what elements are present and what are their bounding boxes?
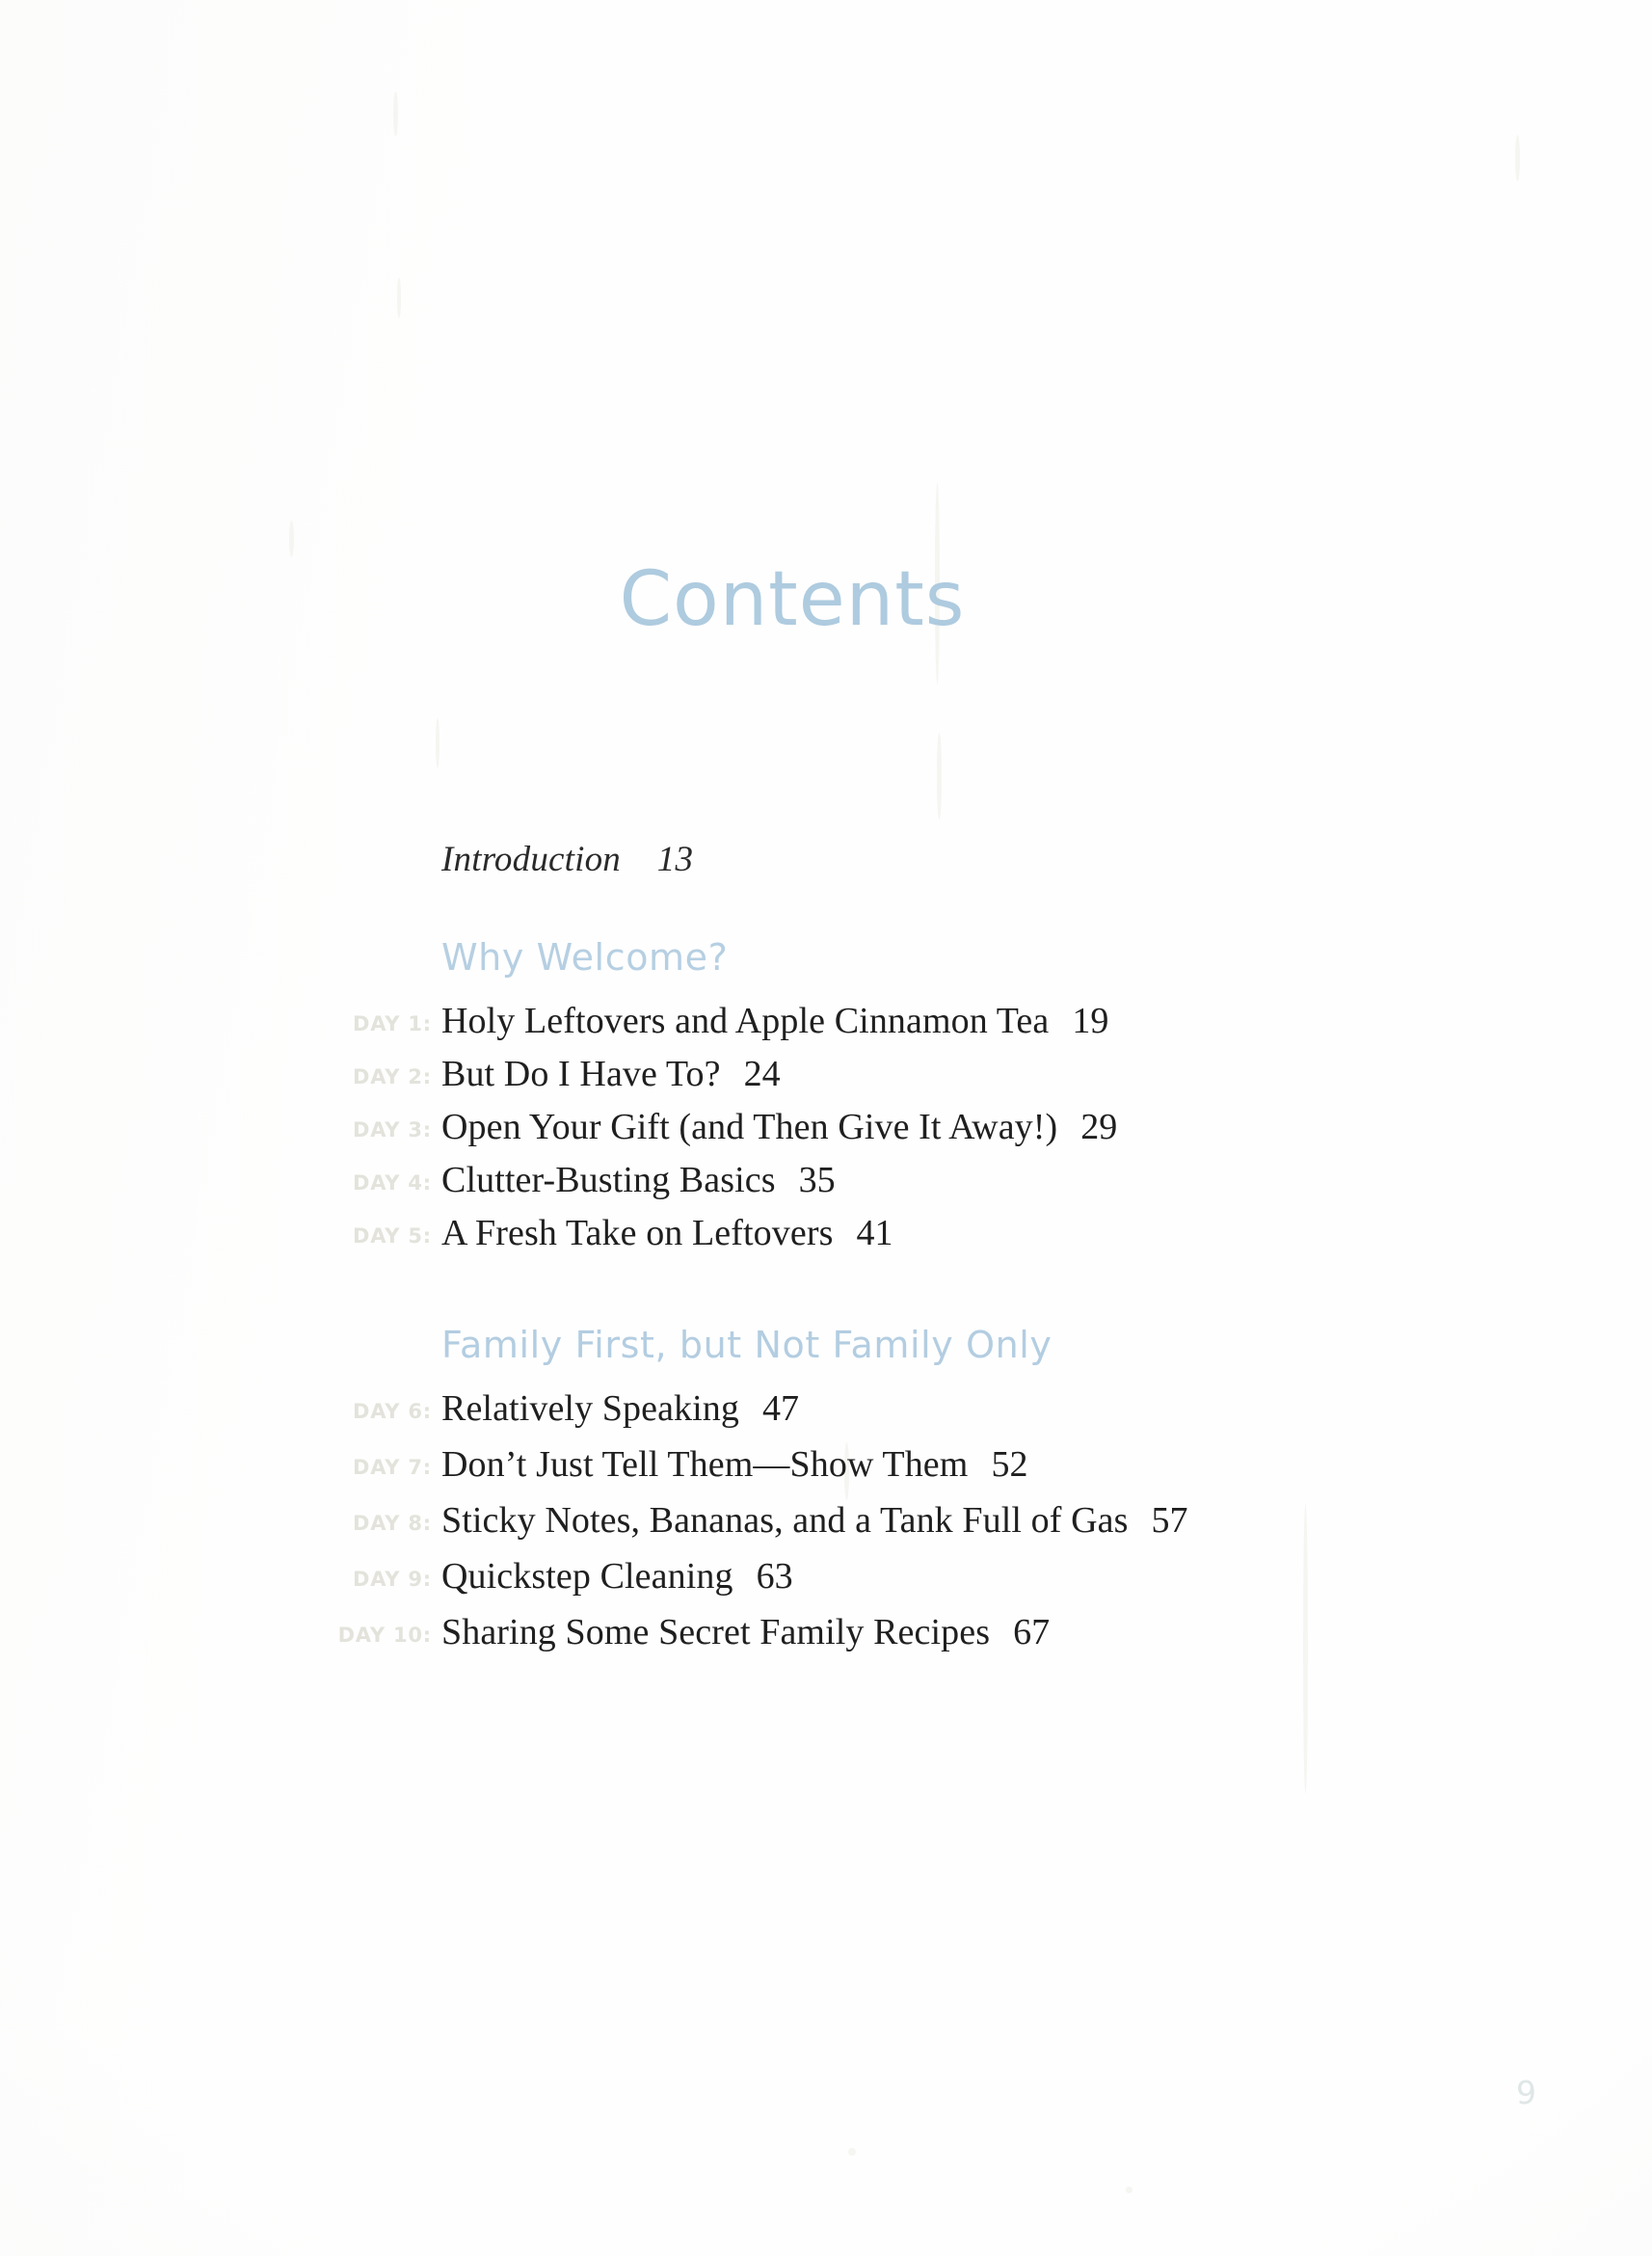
- entry-page: 41: [856, 1213, 893, 1253]
- entry-title: Don’t Just Tell Them—Show Them: [441, 1444, 969, 1485]
- toc-entry[interactable]: DAY 9: Quickstep Cleaning 63: [318, 1555, 1455, 1598]
- entry-page: 24: [743, 1054, 781, 1094]
- section-family-first: Family First, but Not Family Only DAY 6:…: [318, 1324, 1455, 1653]
- entry-title: Sticky Notes, Bananas, and a Tank Full o…: [441, 1500, 1129, 1541]
- entry-page: 19: [1072, 1001, 1109, 1041]
- entry-title: Holy Leftovers and Apple Cinnamon Tea: [441, 1001, 1050, 1041]
- day-label: DAY 7:: [352, 1456, 432, 1479]
- day-label: DAY 1:: [352, 1012, 432, 1035]
- day-label: DAY 2:: [352, 1065, 432, 1088]
- toc-entry[interactable]: DAY 4: Clutter-Busting Basics 35: [318, 1159, 1455, 1201]
- day-label: DAY 10:: [337, 1624, 432, 1647]
- day-label: DAY 6:: [352, 1400, 432, 1423]
- day-label: DAY 4:: [352, 1171, 432, 1195]
- day-label: DAY 5:: [352, 1224, 432, 1248]
- section-heading: Why Welcome?: [441, 936, 729, 979]
- entry-page: 47: [762, 1388, 799, 1429]
- table-of-contents: Introduction 13 Why Welcome? DAY 1: Holy…: [318, 839, 1455, 1667]
- entry-title: Sharing Some Secret Family Recipes: [441, 1612, 991, 1652]
- toc-entry[interactable]: DAY 6: Relatively Speaking 47: [318, 1387, 1455, 1430]
- toc-entry[interactable]: DAY 1: Holy Leftovers and Apple Cinnamon…: [318, 1000, 1455, 1042]
- entry-page: 63: [756, 1556, 793, 1597]
- page-title: Contents: [619, 556, 966, 644]
- page-number: 9: [1516, 2074, 1536, 2111]
- section-heading: Family First, but Not Family Only: [441, 1324, 1052, 1366]
- toc-entry[interactable]: DAY 7: Don’t Just Tell Them—Show Them 52: [318, 1443, 1455, 1486]
- entry-title: Open Your Gift (and Then Give It Away!): [441, 1107, 1058, 1147]
- entry-page: 35: [798, 1160, 836, 1200]
- entry-title: A Fresh Take on Leftovers: [441, 1213, 834, 1253]
- intro-entry[interactable]: Introduction 13: [441, 839, 1455, 880]
- toc-entry[interactable]: DAY 8: Sticky Notes, Bananas, and a Tank…: [318, 1499, 1455, 1542]
- toc-entry[interactable]: DAY 10: Sharing Some Secret Family Recip…: [318, 1611, 1455, 1653]
- section-why-welcome: Why Welcome? DAY 1: Holy Leftovers and A…: [318, 936, 1455, 1254]
- entry-title: Clutter-Busting Basics: [441, 1160, 776, 1200]
- entry-page: 52: [991, 1444, 1028, 1485]
- day-label: DAY 3:: [352, 1118, 432, 1141]
- contents-page: Contents Introduction 13 Why Welcome? DA…: [0, 0, 1652, 2256]
- toc-entry[interactable]: DAY 5: A Fresh Take on Leftovers 41: [318, 1212, 1455, 1254]
- entry-page: 57: [1151, 1500, 1188, 1541]
- entry-title: Relatively Speaking: [441, 1388, 739, 1429]
- entry-title: But Do I Have To?: [441, 1054, 721, 1094]
- entry-page: 29: [1080, 1107, 1118, 1147]
- entry-title: Quickstep Cleaning: [441, 1556, 733, 1597]
- toc-entry[interactable]: DAY 2: But Do I Have To? 24: [318, 1053, 1455, 1095]
- entry-page: 67: [1013, 1612, 1051, 1652]
- day-label: DAY 8:: [352, 1512, 432, 1535]
- toc-entry[interactable]: DAY 3: Open Your Gift (and Then Give It …: [318, 1106, 1455, 1148]
- day-label: DAY 9:: [352, 1568, 432, 1591]
